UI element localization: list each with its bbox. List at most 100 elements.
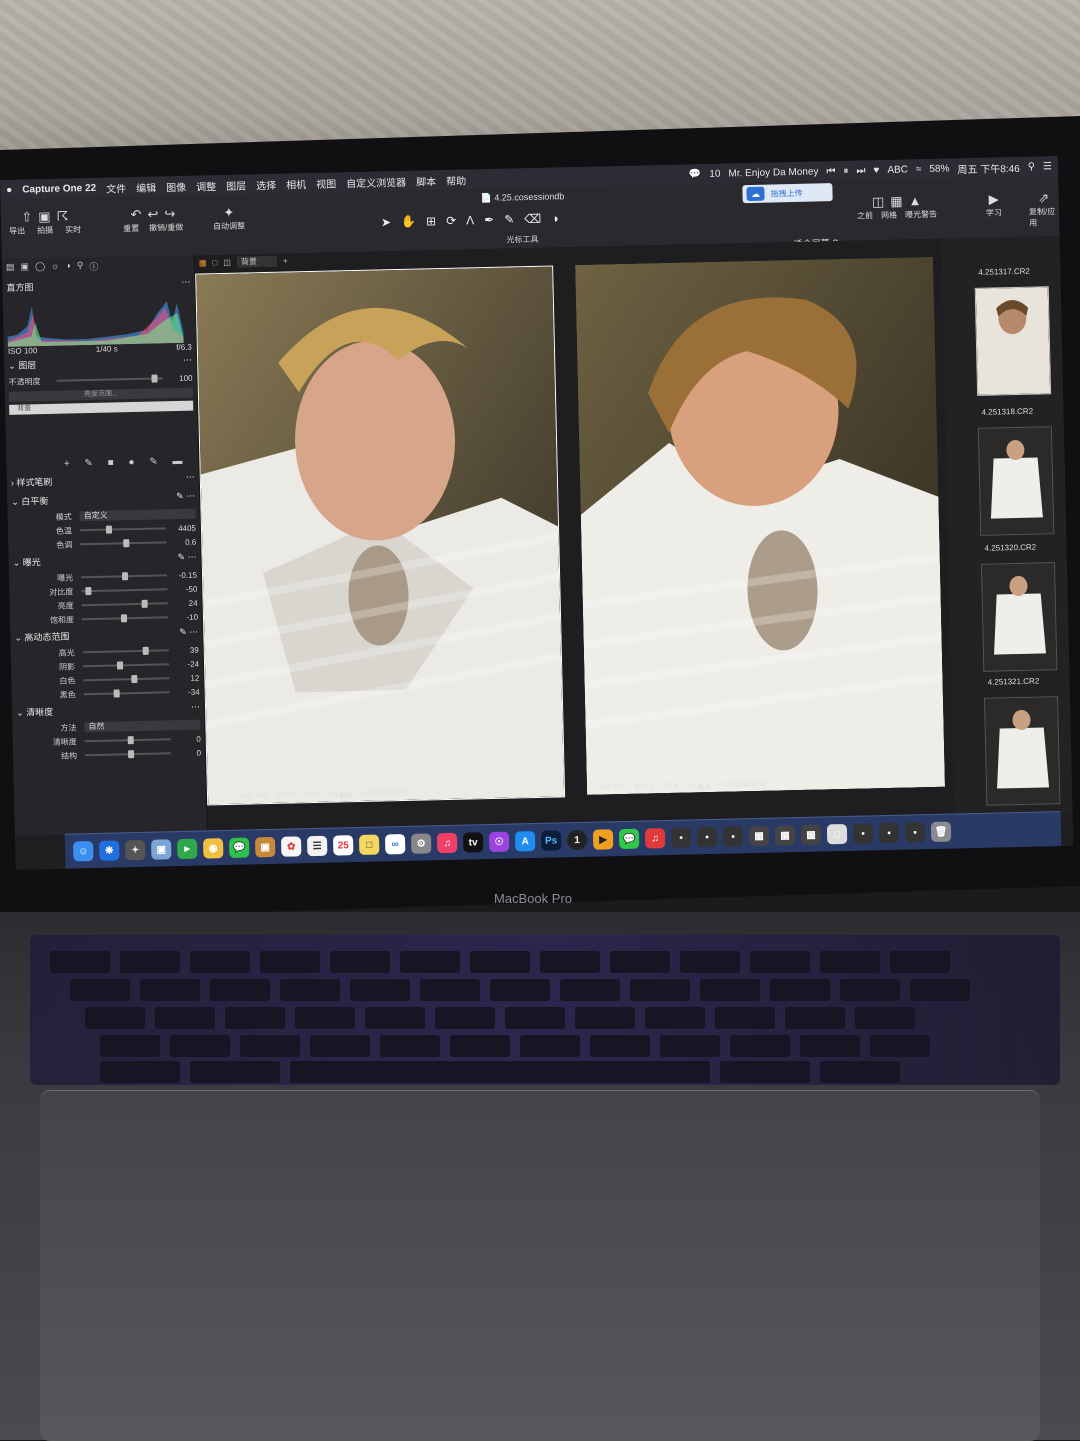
pan-hand-icon[interactable]: ✋	[401, 215, 416, 229]
minimized-window-4-icon[interactable]: ▦	[748, 825, 770, 847]
slider-knob[interactable]	[131, 675, 138, 684]
slider-knob[interactable]	[142, 646, 149, 655]
photo-booth-icon[interactable]: ◉	[202, 838, 224, 859]
minimized-window-6-icon[interactable]: ▦	[800, 824, 822, 845]
details-tab-icon[interactable]: ⚲	[77, 260, 84, 274]
clarity-method-select[interactable]: 自然	[84, 719, 201, 733]
magic-wand-icon[interactable]: ✦	[223, 205, 234, 221]
slider-knob[interactable]	[122, 572, 129, 581]
auto-adjust-group[interactable]: ✦ 自动调整	[213, 204, 246, 232]
menu-view[interactable]: 视图	[316, 175, 336, 190]
launchpad-icon[interactable]: ✦	[125, 839, 146, 861]
export-icon[interactable]: ⇧	[21, 209, 32, 225]
search-icon[interactable]: ⚲	[1028, 161, 1036, 172]
undo-icon[interactable]: ↩	[147, 206, 158, 222]
learn-group[interactable]: ▶ 学习	[986, 191, 1003, 218]
layer-select[interactable]: 背景	[236, 255, 277, 268]
before-icon[interactable]: ◫	[872, 194, 885, 210]
minimized-window-1-icon[interactable]: ▪	[670, 827, 692, 848]
minimized-window-10-icon[interactable]: ▪	[904, 822, 926, 843]
slider-value[interactable]: -0.15	[167, 570, 197, 580]
slider-value[interactable]: 12	[169, 673, 199, 683]
single-view-icon[interactable]: □	[212, 258, 217, 267]
slider-knob[interactable]	[127, 750, 135, 759]
menu-file[interactable]: 文件	[106, 180, 126, 195]
slider-knob[interactable]	[105, 525, 112, 534]
add-icon[interactable]: +	[283, 256, 288, 265]
minimized-window-7-icon[interactable]: □	[826, 823, 848, 845]
crop-icon[interactable]: ⊞	[426, 214, 436, 228]
control-center-icon[interactable]: ☰	[1043, 161, 1052, 172]
slider-track[interactable]	[82, 646, 169, 655]
photos-icon[interactable]: ✿	[280, 836, 302, 857]
slider-track[interactable]	[83, 675, 170, 684]
clock[interactable]: 周五 下午8:46	[957, 159, 1019, 175]
minimized-window-8-icon[interactable]: ▪	[852, 823, 874, 844]
clarity-slider-row[interactable]: 结构 0	[13, 745, 205, 763]
left-photo[interactable]	[195, 265, 566, 806]
compare-view-icon[interactable]: ◫	[223, 257, 231, 266]
menu-select[interactable]: 选择	[256, 176, 276, 191]
redo-icon[interactable]: ↪	[164, 206, 175, 222]
grid-icon[interactable]: ▦	[890, 194, 903, 210]
wb-mode-select[interactable]: 自定义	[79, 508, 196, 522]
keystone-icon[interactable]: Λ	[466, 213, 474, 227]
chat-icon[interactable]: 💬	[689, 169, 702, 180]
opacity-row[interactable]: 不透明度 100	[4, 371, 196, 389]
slider-track[interactable]	[83, 661, 170, 670]
menu-image[interactable]: 图像	[166, 178, 186, 193]
menu-edit[interactable]: 编辑	[136, 179, 156, 194]
live-icon[interactable]: ☈	[56, 208, 68, 224]
trash-icon[interactable]: 🗑	[930, 821, 952, 843]
facetime-icon[interactable]: ►	[177, 838, 198, 860]
app-store-icon[interactable]: A	[514, 831, 536, 852]
battery-level[interactable]: 58%	[929, 163, 949, 174]
wechat-icon[interactable]: 💬	[618, 828, 640, 850]
stickies-icon[interactable]: □	[358, 834, 380, 856]
rotate-icon[interactable]: ⟳	[446, 214, 456, 228]
right-photo[interactable]	[575, 256, 946, 795]
heart-icon[interactable]: ♥	[873, 165, 879, 176]
input-method[interactable]: ABC	[887, 164, 908, 175]
slider-track[interactable]	[81, 614, 168, 623]
slider-value[interactable]: 4405	[166, 523, 196, 533]
eraser-icon[interactable]: ⌫	[524, 212, 541, 226]
notes-app-icon[interactable]: ▣	[254, 836, 276, 858]
luma-range-button[interactable]: 亮度范围...	[8, 387, 193, 402]
slider-value[interactable]: -10	[168, 612, 198, 622]
minimized-window-5-icon[interactable]: ▦	[774, 825, 796, 846]
apple-icon[interactable]: ●	[6, 184, 12, 195]
apple-tv-icon[interactable]: tv	[462, 832, 484, 853]
thumbnail-4[interactable]	[984, 696, 1061, 806]
prev-track-icon[interactable]: ⏮	[826, 166, 835, 177]
capture-tab-icon[interactable]: ▣	[20, 261, 29, 275]
messages-icon[interactable]: 💬	[228, 837, 250, 858]
slider-track[interactable]	[80, 539, 167, 548]
slider-knob[interactable]	[85, 587, 92, 596]
minimized-window-2-icon[interactable]: ▪	[696, 826, 718, 848]
menu-custom-browser[interactable]: 自定义浏览器	[346, 173, 406, 189]
exposure-warning-icon[interactable]: ▲	[908, 193, 921, 209]
pause-icon[interactable]: ⏸	[843, 165, 848, 176]
menu-script[interactable]: 脚本	[416, 173, 436, 188]
menu-layer[interactable]: 图层	[226, 177, 246, 192]
slider-track[interactable]	[81, 587, 168, 596]
menu-adjust[interactable]: 调整	[196, 178, 216, 193]
minimized-window-9-icon[interactable]: ▪	[878, 822, 900, 844]
slider-knob[interactable]	[123, 539, 130, 548]
slider-value[interactable]: 39	[169, 645, 199, 655]
copy-apply-icon[interactable]: ⇗	[1038, 190, 1049, 206]
slider-value[interactable]: -34	[170, 687, 200, 697]
slider-knob[interactable]	[117, 661, 124, 670]
preview-icon[interactable]: ▣	[151, 839, 172, 860]
slider-track[interactable]	[84, 736, 171, 745]
wifi-icon[interactable]: ≈	[916, 164, 922, 175]
gradient-icon[interactable]: ◑	[551, 211, 559, 225]
reset-icon[interactable]: ↶	[130, 207, 141, 223]
minimized-window-3-icon[interactable]: ▪	[722, 826, 744, 847]
slider-value[interactable]: -50	[167, 584, 198, 594]
slider-track[interactable]	[81, 572, 168, 581]
slider-knob[interactable]	[120, 614, 127, 623]
video-editor-icon[interactable]: ▶	[592, 829, 614, 850]
reminders-icon[interactable]: ☰	[306, 835, 328, 857]
